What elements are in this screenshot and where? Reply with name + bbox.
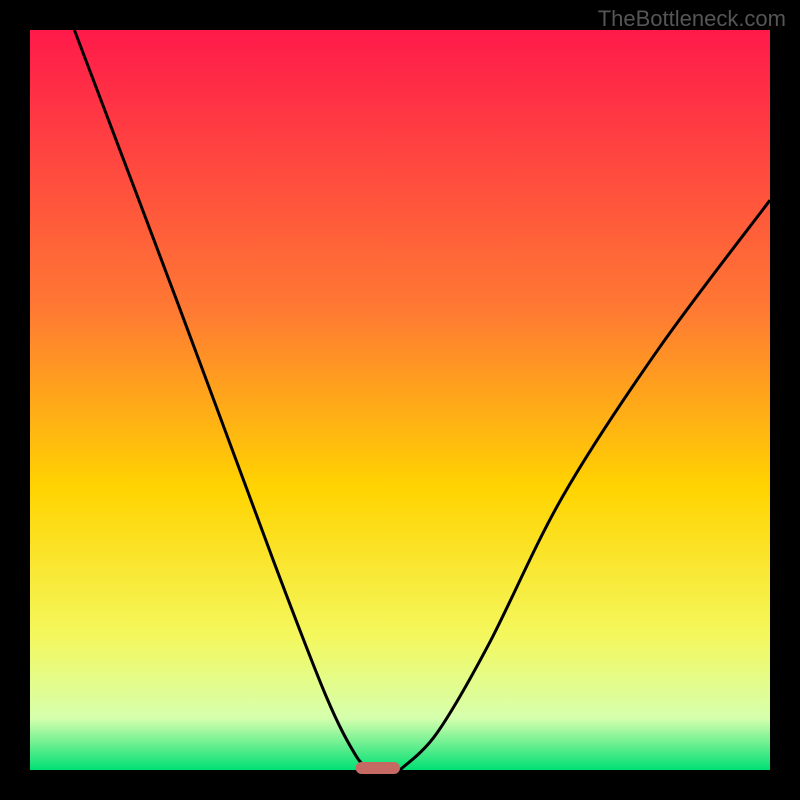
- chart-background: [30, 30, 770, 770]
- bottleneck-chart: [0, 0, 800, 800]
- optimal-indicator: [356, 762, 400, 774]
- watermark-text: TheBottleneck.com: [598, 6, 786, 32]
